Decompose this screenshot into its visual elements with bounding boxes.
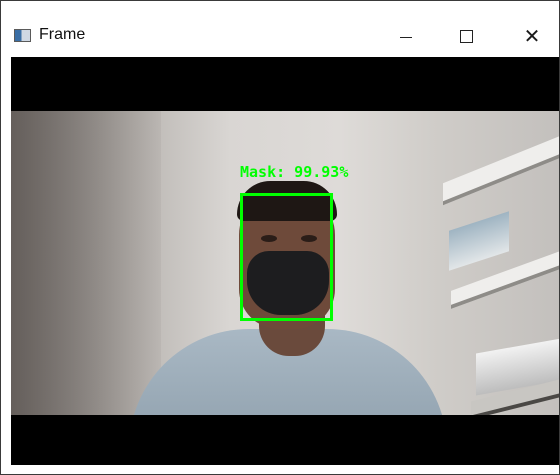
app-window-icon bbox=[14, 29, 31, 42]
maximize-icon bbox=[459, 29, 473, 43]
shelf-items bbox=[449, 211, 509, 271]
close-icon: ✕ bbox=[523, 24, 541, 48]
face-bounding-box bbox=[240, 193, 333, 321]
shelf bbox=[443, 134, 559, 206]
detection-label: Mask: 99.93% bbox=[240, 163, 349, 181]
maximize-button[interactable] bbox=[443, 19, 489, 53]
video-frame: Mask: 99.93% bbox=[11, 57, 559, 465]
window-title: Frame bbox=[39, 26, 86, 43]
minimize-icon bbox=[400, 36, 412, 38]
close-button[interactable]: ✕ bbox=[509, 19, 555, 53]
wall-shadow bbox=[11, 111, 161, 415]
frame-window: Frame ✕ Mask: 99.93% bbox=[0, 0, 560, 475]
title-bar[interactable]: Frame ✕ bbox=[1, 1, 559, 57]
minimize-button[interactable] bbox=[383, 19, 429, 53]
